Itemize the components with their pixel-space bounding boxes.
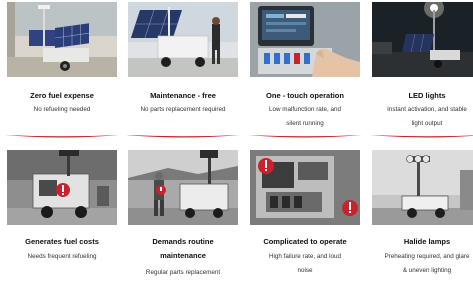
card-description: Needs frequent refueling (0, 250, 131, 264)
engine-compartment-photo (250, 150, 360, 225)
desc-line: High failure rate, and loud (268, 253, 342, 260)
control-panel-photo (250, 2, 360, 77)
card-complicated-to-operate: Complicated to operate High failure rate… (250, 150, 360, 289)
card-title: Generates fuel costs (25, 237, 99, 246)
card-title: Maintenance - free (150, 91, 216, 100)
desc-line: noise (297, 267, 313, 274)
card-title: Zero fuel expense (30, 91, 94, 100)
desc-line: No refueling needed (33, 106, 91, 113)
desc-line: Needs frequent refueling (27, 253, 97, 260)
card-description: No parts replacement required (114, 103, 252, 117)
red-swoosh-divider (246, 134, 364, 140)
card-title: LED lights (408, 91, 446, 100)
desc-line: light output (411, 120, 443, 127)
night-light-tower-photo (372, 2, 473, 77)
comparison-grid: Zero fuel expense No refueling needed Ma… (0, 0, 473, 289)
worker-maintenance-photo (128, 150, 238, 225)
desc-line: No parts replacement required (140, 106, 226, 113)
card-description: Low malfunction rate, and silent running (236, 103, 374, 131)
card-demands-routine-maintenance: Demands routine maintenance Regular part… (128, 150, 238, 289)
red-swoosh-divider (368, 134, 473, 140)
card-led-lights: LED lights Instant activation, and stabl… (370, 2, 473, 140)
red-swoosh-divider (3, 134, 121, 140)
card-title: One - touch operation (266, 91, 344, 100)
halide-lamp-tower-photo (372, 150, 473, 225)
desc-line: Instant activation, and stable (387, 106, 467, 113)
desc-line: & uneven lighting (402, 267, 452, 274)
card-halide-lamps: Halide lamps Preheating required, and gl… (372, 150, 473, 289)
solar-tower-photo (7, 2, 117, 77)
diesel-tower-photo (7, 150, 117, 225)
card-description: Instant activation, and stable light out… (358, 103, 473, 131)
card-description: Regular parts replacement (114, 266, 252, 280)
desc-line: Regular parts replacement (145, 269, 221, 276)
card-maintenance-free: Maintenance - free No parts replacement … (126, 2, 240, 140)
desc-line: Low malfunction rate, and (268, 106, 342, 113)
solar-trailer-photo (128, 2, 238, 77)
card-title: Complicated to operate (263, 237, 347, 246)
card-description: High failure rate, and loud noise (236, 250, 374, 278)
desc-line: silent running (286, 120, 324, 127)
card-one-touch-operation: One - touch operation Low malfunction ra… (248, 2, 362, 140)
card-title: Demands routine (152, 237, 214, 246)
card-title-line2: maintenance (160, 251, 206, 260)
red-swoosh-divider (124, 134, 242, 140)
card-title: Halide lamps (403, 237, 451, 246)
desc-line: Preheating required, and glare (384, 253, 470, 260)
card-generates-fuel-costs: Generates fuel costs Needs frequent refu… (7, 150, 117, 289)
card-zero-fuel-expense: Zero fuel expense No refueling needed (5, 2, 119, 140)
card-description: No refueling needed (0, 103, 131, 117)
card-description: Preheating required, and glare & uneven … (358, 250, 473, 278)
